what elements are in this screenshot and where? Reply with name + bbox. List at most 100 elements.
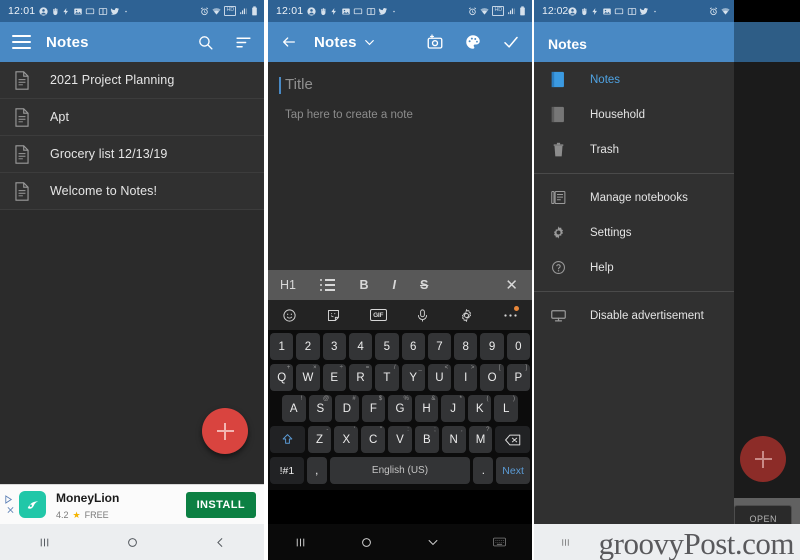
key[interactable]: = R bbox=[348, 364, 373, 391]
key[interactable]: [O bbox=[480, 364, 504, 391]
key[interactable]: ; B bbox=[414, 426, 439, 453]
keyboard-icon[interactable] bbox=[492, 537, 506, 547]
drawer-item-manage-notebooks[interactable]: Manage notebooks bbox=[534, 180, 734, 215]
key[interactable]: 2 bbox=[296, 333, 320, 360]
close-toolbar-button[interactable]: ✕ bbox=[505, 276, 518, 294]
key-sup: @ bbox=[323, 396, 330, 402]
notebook-selector-label[interactable]: Notes bbox=[314, 34, 357, 51]
key[interactable]: 9 bbox=[480, 333, 504, 360]
key[interactable]: -Z bbox=[307, 426, 332, 453]
drawer-item-trash[interactable]: Trash bbox=[534, 132, 734, 167]
key[interactable]: 8 bbox=[454, 333, 478, 360]
list-item[interactable]: Grocery list 12/13/19 bbox=[0, 136, 264, 173]
back-arrow-icon[interactable] bbox=[278, 31, 300, 53]
key[interactable]: :V bbox=[388, 426, 412, 453]
bullet-list-button[interactable] bbox=[320, 279, 336, 292]
home-icon[interactable] bbox=[360, 536, 373, 549]
photo-icon bbox=[602, 7, 612, 16]
add-photo-icon[interactable] bbox=[424, 31, 446, 53]
key[interactable]: ] P bbox=[506, 364, 530, 391]
settings-icon[interactable] bbox=[459, 308, 474, 323]
key[interactable]: " C bbox=[361, 426, 386, 453]
key[interactable]: & H bbox=[414, 395, 439, 422]
next-key[interactable]: Next bbox=[496, 457, 530, 484]
microphone-icon[interactable] bbox=[415, 308, 430, 323]
key[interactable]: ' X bbox=[334, 426, 359, 453]
key[interactable]: ! A bbox=[281, 395, 306, 422]
key[interactable]: 5 bbox=[375, 333, 399, 360]
note-title-input[interactable]: Title bbox=[279, 76, 518, 94]
key[interactable]: 0 bbox=[506, 333, 530, 360]
shift-key[interactable] bbox=[269, 426, 305, 453]
wifi-icon bbox=[480, 7, 490, 16]
key[interactable]: (K bbox=[467, 395, 492, 422]
key[interactable]: 3 bbox=[322, 333, 346, 360]
install-button[interactable]: INSTALL bbox=[185, 491, 256, 518]
adchoices-icon[interactable] bbox=[3, 495, 17, 514]
ad-banner[interactable]: MoneyLion 4.2 ★ FREE INSTALL bbox=[0, 484, 264, 524]
key[interactable]: < U bbox=[427, 364, 452, 391]
recents-icon[interactable] bbox=[560, 537, 571, 548]
dot-icon bbox=[123, 7, 129, 16]
flash-icon bbox=[330, 7, 338, 16]
key[interactable]: ,N bbox=[441, 426, 466, 453]
bold-button[interactable]: B bbox=[359, 278, 368, 292]
hamburger-icon[interactable] bbox=[10, 31, 32, 53]
home-icon[interactable] bbox=[126, 536, 139, 549]
comma-key[interactable]: , bbox=[306, 457, 327, 484]
key[interactable]: 4 bbox=[348, 333, 373, 360]
key[interactable]: 7 bbox=[427, 333, 452, 360]
list-item[interactable]: Welcome to Notes! bbox=[0, 173, 264, 210]
add-note-fab[interactable] bbox=[202, 408, 248, 454]
list-item[interactable]: Apt bbox=[0, 99, 264, 136]
sort-icon[interactable] bbox=[232, 31, 254, 53]
italic-button[interactable]: I bbox=[393, 278, 396, 292]
key[interactable]: $ F bbox=[361, 395, 386, 422]
key[interactable]: + Q bbox=[270, 364, 294, 391]
search-icon[interactable] bbox=[194, 31, 216, 53]
drawer-item-help[interactable]: Help bbox=[534, 250, 734, 285]
heading-1-button[interactable]: H1 bbox=[280, 278, 296, 292]
chevron-down-icon[interactable] bbox=[364, 39, 374, 46]
key[interactable]: * J bbox=[441, 395, 465, 422]
key[interactable]: _ Y bbox=[401, 364, 425, 391]
key[interactable]: × W bbox=[296, 364, 320, 391]
space-key[interactable]: English (US) bbox=[329, 457, 471, 484]
note-editor[interactable]: Title Tap here to create a note bbox=[268, 62, 532, 270]
key[interactable]: / T bbox=[375, 364, 399, 391]
emoji-icon[interactable] bbox=[282, 308, 297, 323]
key[interactable]: @ S bbox=[308, 395, 333, 422]
recents-icon[interactable] bbox=[38, 536, 51, 549]
key[interactable]: ) L bbox=[494, 395, 519, 422]
drawer-item-household[interactable]: Household bbox=[534, 97, 734, 132]
gif-icon[interactable]: GIF bbox=[369, 309, 387, 321]
period-key[interactable]: . bbox=[473, 457, 494, 484]
check-icon[interactable] bbox=[500, 31, 522, 53]
key[interactable]: % G bbox=[388, 395, 412, 422]
keyboard-toolbar: GIF bbox=[268, 300, 532, 330]
strikethrough-button[interactable]: S bbox=[420, 278, 428, 292]
note-body-input[interactable]: Tap here to create a note bbox=[282, 109, 518, 121]
sticker-icon[interactable] bbox=[326, 308, 341, 323]
key[interactable]: ÷ E bbox=[322, 364, 346, 391]
list-item[interactable]: 2021 Project Planning bbox=[0, 62, 264, 99]
recents-icon[interactable] bbox=[294, 536, 307, 549]
back-icon[interactable] bbox=[214, 536, 227, 549]
palette-icon[interactable] bbox=[462, 31, 484, 53]
drawer-item-settings[interactable]: Settings bbox=[534, 215, 734, 250]
key-sup: ' bbox=[354, 427, 356, 433]
key[interactable]: 1 bbox=[270, 333, 294, 360]
backspace-key[interactable] bbox=[495, 426, 531, 453]
symbols-key[interactable]: !#1 bbox=[270, 457, 304, 484]
drawer-item-disable-advertisement[interactable]: Disable advertisement bbox=[534, 298, 734, 333]
add-note-fab[interactable] bbox=[740, 436, 786, 482]
key[interactable]: 6 bbox=[401, 333, 425, 360]
more-icon[interactable] bbox=[503, 313, 518, 318]
key-sup: ] bbox=[525, 365, 527, 371]
screenshot-stage: 12:01 HD Notes 2021 Project Planning Apt… bbox=[0, 0, 800, 560]
key[interactable]: ? M bbox=[468, 426, 493, 453]
key[interactable]: # D bbox=[335, 395, 359, 422]
chevron-down-icon[interactable] bbox=[426, 536, 440, 549]
drawer-item-notes[interactable]: Notes bbox=[534, 62, 734, 97]
key[interactable]: > I bbox=[454, 364, 478, 391]
